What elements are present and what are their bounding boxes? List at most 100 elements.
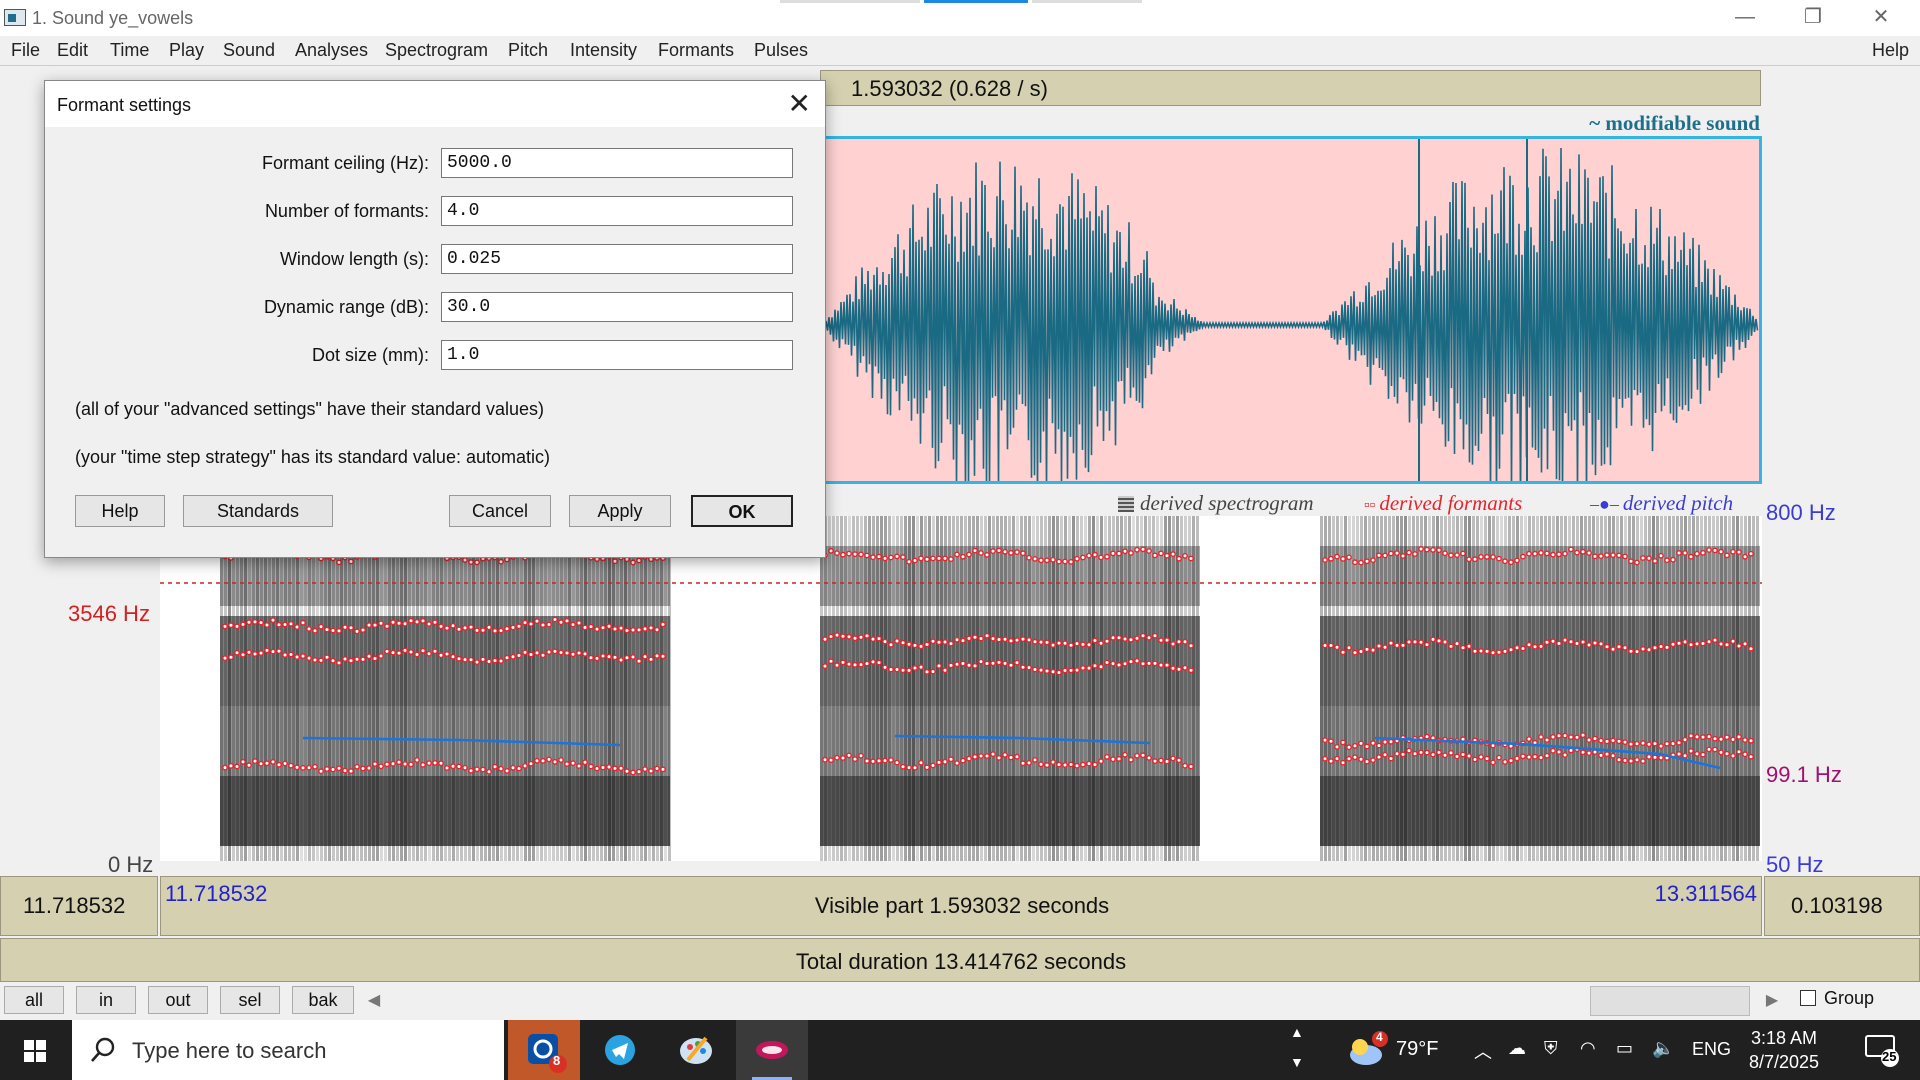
zoom-in-button[interactable]: in	[76, 986, 136, 1014]
formant-dot	[1448, 749, 1454, 756]
taskbar-app-outlook[interactable]: 8	[508, 1020, 580, 1080]
formant-dot	[1490, 554, 1496, 560]
horizontal-scrollbar-thumb[interactable]	[1590, 986, 1750, 1016]
help-button[interactable]: Help	[75, 495, 165, 527]
formant-dot	[1164, 637, 1170, 644]
formant-dot	[966, 551, 972, 558]
menu-intensity[interactable]: Intensity	[570, 40, 637, 61]
menu-time[interactable]: Time	[110, 40, 149, 61]
onedrive-cloud-icon[interactable]: ☁	[1508, 1038, 1526, 1059]
battery-icon[interactable]: ▭	[1616, 1038, 1633, 1059]
formant-dot	[864, 758, 870, 764]
formant-dot	[1616, 643, 1622, 650]
formant-dot	[408, 761, 414, 768]
formant-dot	[1340, 649, 1346, 656]
formant-dot	[1520, 553, 1526, 560]
formant-dot	[1724, 750, 1730, 757]
formant-dot	[1056, 558, 1062, 565]
menu-spectrogram[interactable]: Spectrogram	[385, 40, 488, 61]
formant-dot	[1712, 637, 1718, 644]
dialog-close-icon[interactable]: ✕	[788, 87, 811, 120]
apply-button[interactable]: Apply	[569, 495, 671, 527]
formant-dot	[642, 653, 648, 660]
taskbar-app-praat[interactable]	[736, 1020, 808, 1080]
formant-dot	[1658, 754, 1664, 761]
restore-button[interactable]: ❐	[1788, 2, 1838, 32]
menu-edit[interactable]: Edit	[57, 40, 88, 61]
formant-dot	[828, 548, 834, 554]
formant-dot	[234, 649, 240, 656]
formant-dot	[654, 652, 660, 659]
wifi-icon[interactable]: ◠	[1580, 1038, 1596, 1059]
menu-formants[interactable]: Formants	[658, 40, 734, 61]
formant-dot	[348, 558, 354, 565]
dynamic-range-input[interactable]	[441, 292, 793, 322]
total-duration-bar[interactable]: Total duration 13.414762 seconds	[0, 938, 1920, 982]
formant-dot	[1646, 646, 1652, 653]
input-language[interactable]: ENG	[1692, 1039, 1731, 1060]
menu-help[interactable]: Help	[1872, 40, 1909, 61]
formant-dot	[588, 763, 594, 770]
formant-dot	[510, 653, 516, 660]
minimize-button[interactable]: —	[1720, 2, 1770, 32]
search-placeholder: Type here to search	[132, 1038, 327, 1063]
standards-button[interactable]: Standards	[183, 495, 333, 527]
window-length-input[interactable]	[441, 244, 793, 274]
formant-dot	[1694, 733, 1700, 740]
formant-ceiling-input[interactable]	[441, 148, 793, 178]
visible-part-bar[interactable]: 11.718532 Visible part 1.593032 seconds …	[160, 876, 1762, 936]
number-of-formants-input[interactable]	[441, 196, 793, 226]
formant-dot	[1008, 662, 1014, 669]
formant-dot	[1008, 754, 1014, 761]
menu-analyses[interactable]: Analyses	[295, 40, 368, 61]
taskbar-app-telegram[interactable]	[584, 1020, 656, 1080]
zoom-back-button[interactable]: bak	[292, 986, 354, 1014]
taskbar-search-box[interactable]: Type here to search	[72, 1020, 504, 1080]
spectrogram-panel[interactable]	[160, 516, 1762, 861]
security-icon[interactable]: ⛨	[1544, 1038, 1558, 1059]
formant-dot	[1026, 759, 1032, 766]
menu-pulses[interactable]: Pulses	[754, 40, 808, 61]
start-button[interactable]	[0, 1020, 70, 1080]
taskbar-scroll-arrows[interactable]: ▲ ▼	[1280, 1020, 1310, 1080]
menu-pitch[interactable]: Pitch	[508, 40, 548, 61]
weather-badge-count: 4	[1376, 1030, 1383, 1044]
weather-widget[interactable]: 4 79°F	[1346, 1020, 1446, 1080]
scroll-right-arrow-icon[interactable]: ▶	[1760, 986, 1784, 1016]
formant-dot	[828, 658, 834, 665]
show-hidden-icons-chevron-icon[interactable]: ︿	[1474, 1038, 1492, 1064]
right-duration-bar[interactable]: 0.103198	[1764, 876, 1920, 936]
formant-dot	[1448, 552, 1454, 559]
formant-dot	[618, 657, 624, 663]
cancel-button[interactable]: Cancel	[449, 495, 551, 527]
formant-dot	[834, 632, 840, 639]
volume-icon[interactable]: 🔈	[1652, 1038, 1674, 1059]
menu-file[interactable]: File	[11, 40, 40, 61]
notification-center[interactable]: 25	[1854, 1020, 1914, 1080]
taskbar-clock[interactable]: 3:18 AM 8/7/2025	[1734, 1026, 1834, 1074]
taskbar-app-paint[interactable]	[660, 1020, 732, 1080]
dot-size-input[interactable]	[441, 340, 793, 370]
waveform-panel[interactable]	[820, 136, 1762, 484]
selection-duration-bar[interactable]: 1.593032 (0.628 / s)	[820, 70, 1761, 106]
scroll-left-arrow-icon[interactable]: ◀	[362, 986, 386, 1016]
zoom-out-button[interactable]: out	[148, 986, 208, 1014]
zoom-all-button[interactable]: all	[4, 986, 64, 1014]
menu-play[interactable]: Play	[169, 40, 204, 61]
formant-dot	[630, 769, 636, 776]
group-checkbox[interactable]: Group	[1800, 988, 1874, 1009]
formant-dot	[564, 650, 570, 656]
spectrogram-band	[820, 706, 1200, 776]
formant-dot	[1634, 756, 1640, 763]
formant-dot	[402, 761, 408, 767]
left-cursor-bar[interactable]: 11.718532	[0, 876, 158, 936]
formant-dot	[444, 765, 450, 771]
formant-dot	[888, 554, 894, 561]
menu-sound[interactable]: Sound	[223, 40, 275, 61]
formant-dot	[1604, 751, 1610, 758]
ok-button[interactable]: OK	[691, 495, 793, 527]
close-window-button[interactable]: ✕	[1856, 2, 1906, 32]
formant-dot	[1364, 558, 1370, 565]
formant-dot	[1026, 664, 1032, 671]
zoom-sel-button[interactable]: sel	[220, 986, 280, 1014]
